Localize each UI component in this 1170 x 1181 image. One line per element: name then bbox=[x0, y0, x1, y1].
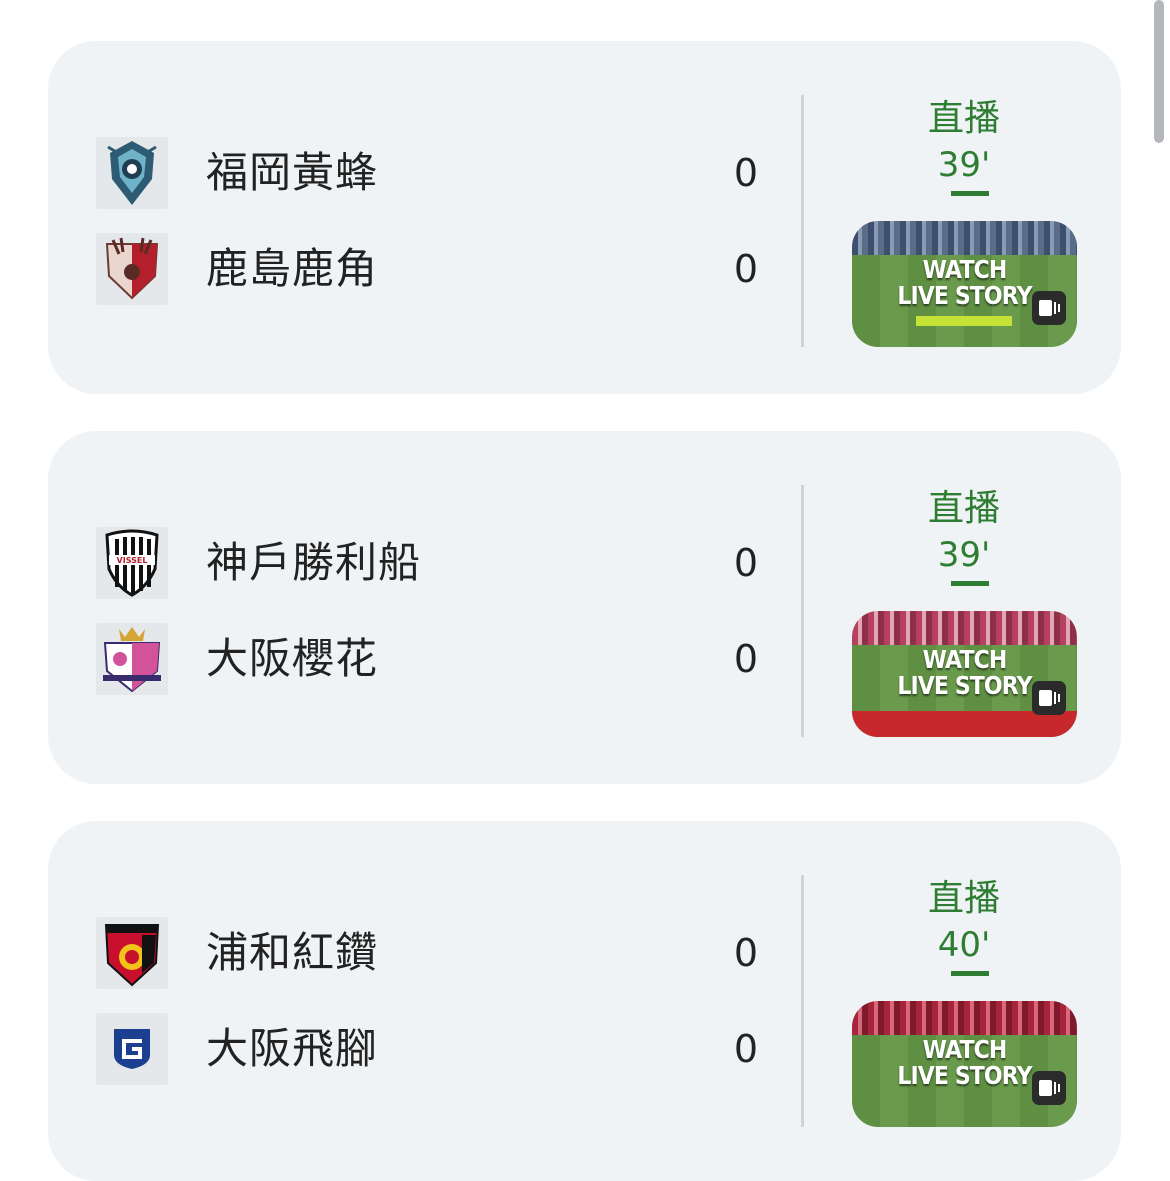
team-name: 福岡黃蜂 bbox=[206, 148, 379, 197]
avispa-fukuoka-crest-icon bbox=[96, 137, 168, 209]
minute-underline bbox=[951, 581, 989, 586]
away-team-row: 大阪櫻花 0 bbox=[96, 623, 758, 695]
match-card[interactable]: 浦和紅鑽 0 大阪飛腳 0 直播 40' WATCH LIVE STORY bbox=[48, 821, 1121, 1181]
scoreboard-bar bbox=[916, 316, 1012, 326]
team-name: 神戶勝利船 bbox=[206, 538, 422, 587]
team-score: 0 bbox=[733, 151, 759, 195]
thumbnail-title-line1: WATCH bbox=[922, 255, 1008, 284]
svg-text:VISSEL: VISSEL bbox=[117, 556, 148, 565]
live-status: 直播 bbox=[927, 98, 1000, 139]
match-card[interactable]: VISSEL 神戶勝利船 0 大阪櫻花 0 直播 39' WATCH LIVE … bbox=[48, 431, 1121, 784]
divider bbox=[801, 875, 804, 1127]
crowd-image bbox=[852, 1001, 1077, 1039]
story-play-icon[interactable] bbox=[1032, 1071, 1066, 1105]
match-minute: 40' bbox=[937, 925, 991, 965]
team-name: 浦和紅鑽 bbox=[206, 928, 379, 977]
divider bbox=[801, 485, 804, 737]
thumbnail-title-line1: WATCH bbox=[922, 1035, 1008, 1064]
team-name: 鹿島鹿角 bbox=[206, 244, 379, 293]
crowd-image bbox=[852, 611, 1077, 649]
home-team-row: VISSEL 神戶勝利船 0 bbox=[96, 527, 758, 599]
live-status: 直播 bbox=[927, 488, 1000, 529]
team-score: 0 bbox=[733, 247, 759, 291]
team-score: 0 bbox=[733, 931, 759, 975]
minute-underline bbox=[951, 971, 989, 976]
live-status: 直播 bbox=[927, 878, 1000, 919]
match-minute: 39' bbox=[937, 535, 991, 575]
scrollbar[interactable] bbox=[1154, 0, 1164, 143]
thumbnail-title-line1: WATCH bbox=[922, 645, 1008, 674]
team-score: 0 bbox=[733, 541, 759, 585]
cerezo-osaka-crest-icon bbox=[96, 623, 168, 695]
team-name: 大阪櫻花 bbox=[206, 634, 379, 683]
live-story-thumbnail[interactable]: WATCH LIVE STORY bbox=[852, 1001, 1077, 1127]
team-score: 0 bbox=[733, 1027, 759, 1071]
home-team-row: 浦和紅鑽 0 bbox=[96, 917, 758, 989]
story-play-icon[interactable] bbox=[1032, 291, 1066, 325]
team-name: 大阪飛腳 bbox=[206, 1024, 379, 1073]
live-story-thumbnail[interactable]: WATCH LIVE STORY bbox=[852, 221, 1077, 347]
away-team-row: 大阪飛腳 0 bbox=[96, 1013, 758, 1085]
away-team-row: 鹿島鹿角 0 bbox=[96, 233, 758, 305]
urawa-reds-crest-icon bbox=[96, 917, 168, 989]
match-minute: 39' bbox=[937, 145, 991, 185]
divider bbox=[801, 95, 804, 347]
match-card[interactable]: 福岡黃蜂 0 鹿島鹿角 0 直播 39' WATCH LIVE STORY bbox=[48, 41, 1121, 394]
gamba-osaka-crest-icon bbox=[96, 1013, 168, 1085]
story-play-icon[interactable] bbox=[1032, 681, 1066, 715]
team-score: 0 bbox=[733, 637, 759, 681]
home-team-row: 福岡黃蜂 0 bbox=[96, 137, 758, 209]
vissel-kobe-crest-icon: VISSEL bbox=[96, 527, 168, 599]
crowd-image bbox=[852, 221, 1077, 259]
minute-underline bbox=[951, 191, 989, 196]
live-story-thumbnail[interactable]: WATCH LIVE STORY bbox=[852, 611, 1077, 737]
kashima-antlers-crest-icon bbox=[96, 233, 168, 305]
